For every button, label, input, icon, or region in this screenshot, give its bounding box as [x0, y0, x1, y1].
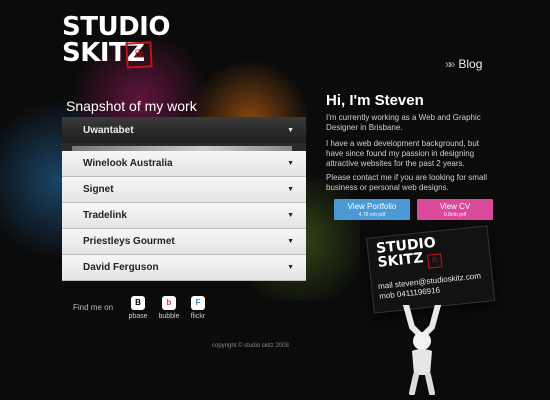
- accordion-item-david-ferguson[interactable]: David Ferguson ▼: [62, 255, 306, 281]
- social-link-bubble[interactable]: b bubble: [154, 296, 184, 320]
- stick-figure-illustration: [403, 305, 441, 395]
- dropdown-arrow-icon: ▼: [287, 238, 294, 245]
- bio-paragraph-2: I have a web development background, but…: [326, 139, 479, 168]
- accordion-item-label: Winelook Australia: [83, 158, 173, 169]
- view-portfolio-button[interactable]: View Portfolio 4.78 mb pdf: [334, 199, 410, 220]
- social-link-flickr[interactable]: F flickr: [183, 296, 213, 320]
- bio-paragraph-3: Please contact me if you are looking for…: [326, 173, 487, 192]
- double-chevron-icon: »»: [445, 57, 456, 71]
- accordion-item-tradelink[interactable]: Tradelink ▼: [62, 203, 306, 229]
- logo-line-1: STUDIO: [62, 12, 170, 42]
- accordion-item-label: Priestleys Gourmet: [83, 236, 175, 247]
- social-label: bubble: [158, 313, 180, 320]
- portfolio-accordion: Uwantabet ▼ Winelook Australia ▼ Signet …: [62, 117, 306, 281]
- accordion-item-label: David Ferguson: [83, 262, 159, 273]
- portfolio-section-title: Snapshot of my work: [66, 98, 197, 114]
- accordion-item-signet[interactable]: Signet ▼: [62, 177, 306, 203]
- greeting-heading: Hi, I'm Steven: [326, 92, 424, 109]
- studio-skitz-logo[interactable]: STUDIO SKITZ: [62, 14, 170, 66]
- logo-stamp: 氏: [125, 41, 153, 69]
- dropdown-arrow-icon: ▼: [287, 212, 294, 219]
- view-cv-label: View CV: [439, 202, 471, 211]
- dropdown-arrow-icon: ▼: [287, 126, 294, 134]
- dropdown-arrow-icon: ▼: [287, 186, 294, 193]
- social-label: pbase: [128, 313, 148, 320]
- accordion-item-label: Signet: [83, 184, 114, 195]
- copyright-text: copyright © studio skitz 2008: [212, 343, 289, 349]
- dropdown-arrow-icon: ▼: [287, 264, 294, 271]
- accordion-item-label: Tradelink: [83, 210, 127, 221]
- uwantabet-preview-thumbnail[interactable]: [62, 143, 306, 151]
- cv-file-size: 0.8mb pdf: [443, 212, 467, 218]
- flickr-icon: F: [191, 296, 205, 310]
- card-stamp: 氏: [427, 253, 443, 269]
- blog-link[interactable]: »» Blog: [445, 57, 482, 71]
- find-me-label: Find me on: [73, 303, 114, 312]
- view-cv-button[interactable]: View CV 0.8mb pdf: [417, 199, 493, 220]
- bubble-icon: b: [162, 296, 176, 310]
- accordion-item-winelook-australia[interactable]: Winelook Australia ▼: [62, 151, 306, 177]
- business-card: STUDIO SKITZ 氏 mail steven@studioskitz.c…: [366, 225, 496, 314]
- dropdown-arrow-icon: ▼: [287, 160, 294, 167]
- blog-label: Blog: [458, 57, 483, 71]
- accordion-item-label: Uwantabet: [83, 124, 134, 136]
- social-link-pbase[interactable]: B pbase: [123, 296, 153, 320]
- portfolio-file-size: 4.78 mb pdf: [358, 212, 386, 218]
- bio-paragraph-1: I'm currently working as a Web and Graph…: [326, 113, 481, 132]
- accordion-item-priestleys-gourmet[interactable]: Priestleys Gourmet ▼: [62, 229, 306, 255]
- social-label: flickr: [190, 313, 206, 320]
- logo-line-2: SKITZ: [62, 38, 145, 68]
- accordion-item-uwantabet[interactable]: Uwantabet ▼: [62, 117, 306, 143]
- view-portfolio-label: View Portfolio: [347, 202, 397, 211]
- pbase-icon: B: [131, 296, 145, 310]
